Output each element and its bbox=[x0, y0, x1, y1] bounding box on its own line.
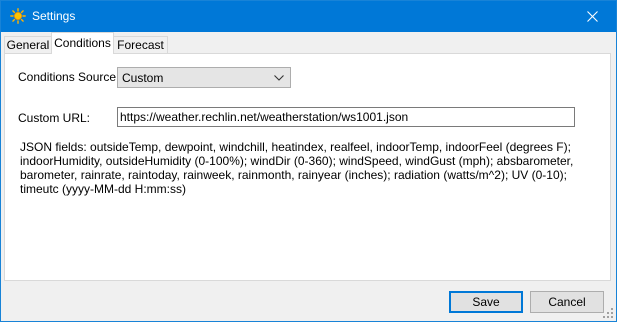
tab-general-label: General bbox=[6, 38, 50, 52]
tab-forecast-label: Forecast bbox=[117, 38, 164, 52]
custom-url-label: Custom URL: bbox=[18, 111, 91, 125]
tab-forecast[interactable]: Forecast bbox=[113, 36, 168, 53]
settings-window: Settings General Conditions Forecast Con… bbox=[0, 0, 617, 322]
custom-url-input[interactable] bbox=[120, 109, 570, 125]
tab-conditions-label: Conditions bbox=[54, 36, 111, 50]
json-fields-help-text: JSON fields: outsideTemp, dewpoint, wind… bbox=[20, 140, 574, 196]
tab-conditions[interactable]: Conditions bbox=[51, 32, 114, 54]
custom-url-field[interactable] bbox=[117, 107, 575, 127]
conditions-source-select[interactable]: Custom bbox=[117, 67, 291, 88]
tab-general[interactable]: General bbox=[4, 36, 52, 53]
close-icon bbox=[587, 11, 598, 22]
sun-icon bbox=[10, 8, 26, 24]
chevron-down-icon bbox=[274, 75, 284, 81]
window-title: Settings bbox=[32, 9, 76, 23]
conditions-source-label: Conditions Source: bbox=[18, 70, 120, 84]
close-button[interactable] bbox=[570, 1, 616, 32]
title-bar[interactable]: Settings bbox=[1, 1, 616, 32]
resize-grip-icon[interactable] bbox=[603, 308, 613, 318]
cancel-button[interactable]: Cancel bbox=[530, 291, 604, 313]
save-button[interactable]: Save bbox=[449, 291, 523, 313]
conditions-source-value: Custom bbox=[122, 71, 164, 85]
